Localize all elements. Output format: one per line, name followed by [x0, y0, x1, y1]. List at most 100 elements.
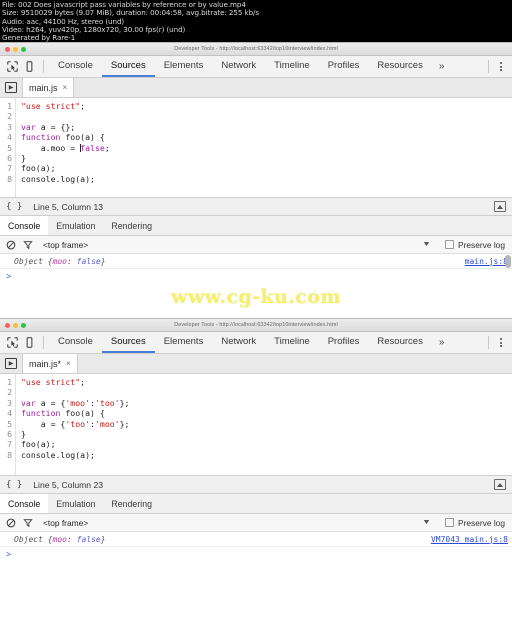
- log-object-value: false: [76, 256, 101, 266]
- close-icon[interactable]: ×: [66, 359, 71, 368]
- more-tabs-icon[interactable]: »: [432, 337, 452, 348]
- log-object-label: Object: [14, 256, 48, 266]
- device-toolbar-icon[interactable]: [21, 334, 38, 351]
- code-content-two[interactable]: "use strict"; var a = {'moo':'too'}; fun…: [16, 374, 129, 475]
- tab-network[interactable]: Network: [212, 332, 265, 353]
- kebab-menu-icon[interactable]: [494, 60, 508, 74]
- execution-context-selector-two[interactable]: <top frame>: [43, 518, 88, 528]
- tab-elements[interactable]: Elements: [155, 332, 213, 353]
- filter-funnel-icon[interactable]: [22, 239, 33, 250]
- devtools-tablist-one: Console Sources Elements Network Timelin…: [49, 56, 451, 77]
- minimize-window-button[interactable]: [13, 322, 18, 328]
- devtools-toolbar-two: Console Sources Elements Network Timelin…: [0, 332, 512, 354]
- pretty-print-braces-icon[interactable]: { }: [6, 480, 22, 490]
- console-prompt-two[interactable]: >: [0, 547, 512, 560]
- console-log-message-two: Object {moo: false}: [14, 534, 106, 544]
- toolbar-divider: [43, 336, 44, 349]
- drawer-tab-emulation[interactable]: Emulation: [48, 216, 103, 235]
- preserve-log-checkbox[interactable]: [444, 240, 454, 249]
- chevron-down-icon[interactable]: ▼: [422, 519, 431, 526]
- file-tab-bar-one: ▶ main.js ×: [0, 78, 512, 98]
- drawer-tab-rendering[interactable]: Rendering: [103, 216, 160, 235]
- console-output-one: Object {moo: false} main.js:8 >: [0, 254, 512, 296]
- clear-console-icon[interactable]: [5, 239, 16, 250]
- status-right-one: [494, 201, 506, 212]
- console-prompt-one[interactable]: >: [0, 269, 512, 282]
- drawer-tab-console[interactable]: Console: [0, 494, 49, 513]
- devtools-window-one: Developer Tools - http://localhost:63342…: [0, 42, 512, 317]
- media-info-line-video: Video: h264, yuv420p, 1280x720, 30.00 fp…: [2, 24, 186, 34]
- toggle-drawer-icon[interactable]: [494, 479, 506, 490]
- drawer-tab-rendering[interactable]: Rendering: [103, 494, 160, 513]
- drawer-tabs-two: Console Emulation Rendering: [0, 494, 512, 514]
- status-right-two: [494, 479, 506, 490]
- preserve-log-toggle-two[interactable]: Preserve log: [444, 517, 505, 528]
- file-tab-main-js[interactable]: main.js ×: [23, 78, 75, 97]
- kebab-menu-icon[interactable]: [494, 336, 508, 350]
- tab-sources[interactable]: Sources: [101, 56, 155, 77]
- pretty-print-braces-icon[interactable]: { }: [6, 202, 22, 212]
- console-log-message-one: Object {moo: false}: [14, 256, 106, 266]
- device-toolbar-icon[interactable]: [21, 58, 38, 75]
- close-window-button[interactable]: [5, 322, 10, 328]
- log-object-key: moo: [52, 256, 67, 266]
- show-navigator-icon[interactable]: ▶: [0, 78, 23, 97]
- console-log-row-one[interactable]: Object {moo: false} main.js:8: [0, 254, 512, 269]
- file-tab-main-js-modified[interactable]: main.js* ×: [23, 354, 78, 373]
- traffic-lights-two: [5, 322, 26, 328]
- drawer-tab-emulation[interactable]: Emulation: [48, 494, 103, 513]
- tab-console[interactable]: Console: [49, 56, 102, 77]
- toggle-drawer-icon[interactable]: [494, 201, 506, 212]
- zoom-window-button[interactable]: [21, 46, 26, 52]
- console-log-row-two[interactable]: Object {moo: false} VM7043 main.js:8: [0, 532, 512, 547]
- execution-context-selector-one[interactable]: <top frame>: [43, 240, 88, 250]
- inspect-element-icon[interactable]: [4, 58, 21, 75]
- more-tabs-icon[interactable]: »: [432, 61, 452, 72]
- preserve-log-toggle-one[interactable]: Preserve log: [444, 240, 505, 250]
- tab-elements[interactable]: Elements: [155, 56, 213, 77]
- console-log-source-two[interactable]: VM7043 main.js:8: [431, 535, 508, 544]
- window-title-bar-two: Developer Tools - http://localhost:63342…: [0, 319, 512, 332]
- minimize-window-button[interactable]: [13, 46, 18, 52]
- preserve-log-checkbox[interactable]: [444, 518, 454, 527]
- tab-timeline[interactable]: Timeline: [265, 332, 319, 353]
- cursor-position-one: Line 5, Column 13: [33, 201, 104, 212]
- code-content-one[interactable]: "use strict"; var a = {}; function foo(a…: [16, 98, 110, 197]
- tab-sources[interactable]: Sources: [101, 332, 155, 353]
- window-title-two: Developer Tools - http://localhost:63342…: [174, 322, 338, 328]
- log-object-key: moo: [52, 534, 67, 544]
- close-window-button[interactable]: [5, 46, 10, 52]
- chevron-down-icon[interactable]: ▼: [422, 241, 431, 248]
- toolbar-right-two: [483, 336, 508, 350]
- close-icon[interactable]: ×: [63, 83, 68, 92]
- console-log-source-one[interactable]: main.js:8: [465, 257, 508, 266]
- log-object-value: false: [76, 534, 101, 544]
- line-number-gutter-one: 12345678: [0, 98, 16, 197]
- prompt-caret-icon: >: [6, 272, 12, 282]
- tab-console[interactable]: Console: [49, 332, 102, 353]
- traffic-lights-one: [5, 46, 26, 52]
- tab-resources[interactable]: Resources: [368, 332, 431, 353]
- toolbar-divider-right: [488, 336, 489, 349]
- zoom-window-button[interactable]: [21, 322, 26, 328]
- devtools-toolbar-one: Console Sources Elements Network Timelin…: [0, 56, 512, 78]
- console-output-two: Object {moo: false} VM7043 main.js:8 >: [0, 532, 512, 576]
- inspect-element-icon[interactable]: [4, 334, 21, 351]
- tab-network[interactable]: Network: [212, 56, 265, 77]
- drawer-tabs-one: Console Emulation Rendering: [0, 216, 512, 236]
- preserve-log-label: Preserve log: [457, 517, 505, 528]
- tab-profiles[interactable]: Profiles: [319, 332, 369, 353]
- clear-console-icon[interactable]: [5, 517, 16, 528]
- devtools-tablist-two: Console Sources Elements Network Timelin…: [49, 332, 451, 353]
- tab-resources[interactable]: Resources: [368, 56, 431, 77]
- show-navigator-icon[interactable]: ▶: [0, 354, 23, 373]
- tab-profiles[interactable]: Profiles: [319, 56, 369, 77]
- toolbar-divider: [43, 60, 44, 73]
- filter-funnel-icon[interactable]: [22, 517, 33, 528]
- console-scrollbar-one[interactable]: [505, 255, 511, 268]
- window-title-bar-one: Developer Tools - http://localhost:63342…: [0, 43, 512, 56]
- tab-timeline[interactable]: Timeline: [265, 56, 319, 77]
- code-editor-two[interactable]: 12345678 "use strict"; var a = {'moo':'t…: [0, 374, 512, 475]
- drawer-tab-console[interactable]: Console: [0, 216, 49, 235]
- code-editor-one[interactable]: 12345678 "use strict"; var a = {}; funct…: [0, 98, 512, 197]
